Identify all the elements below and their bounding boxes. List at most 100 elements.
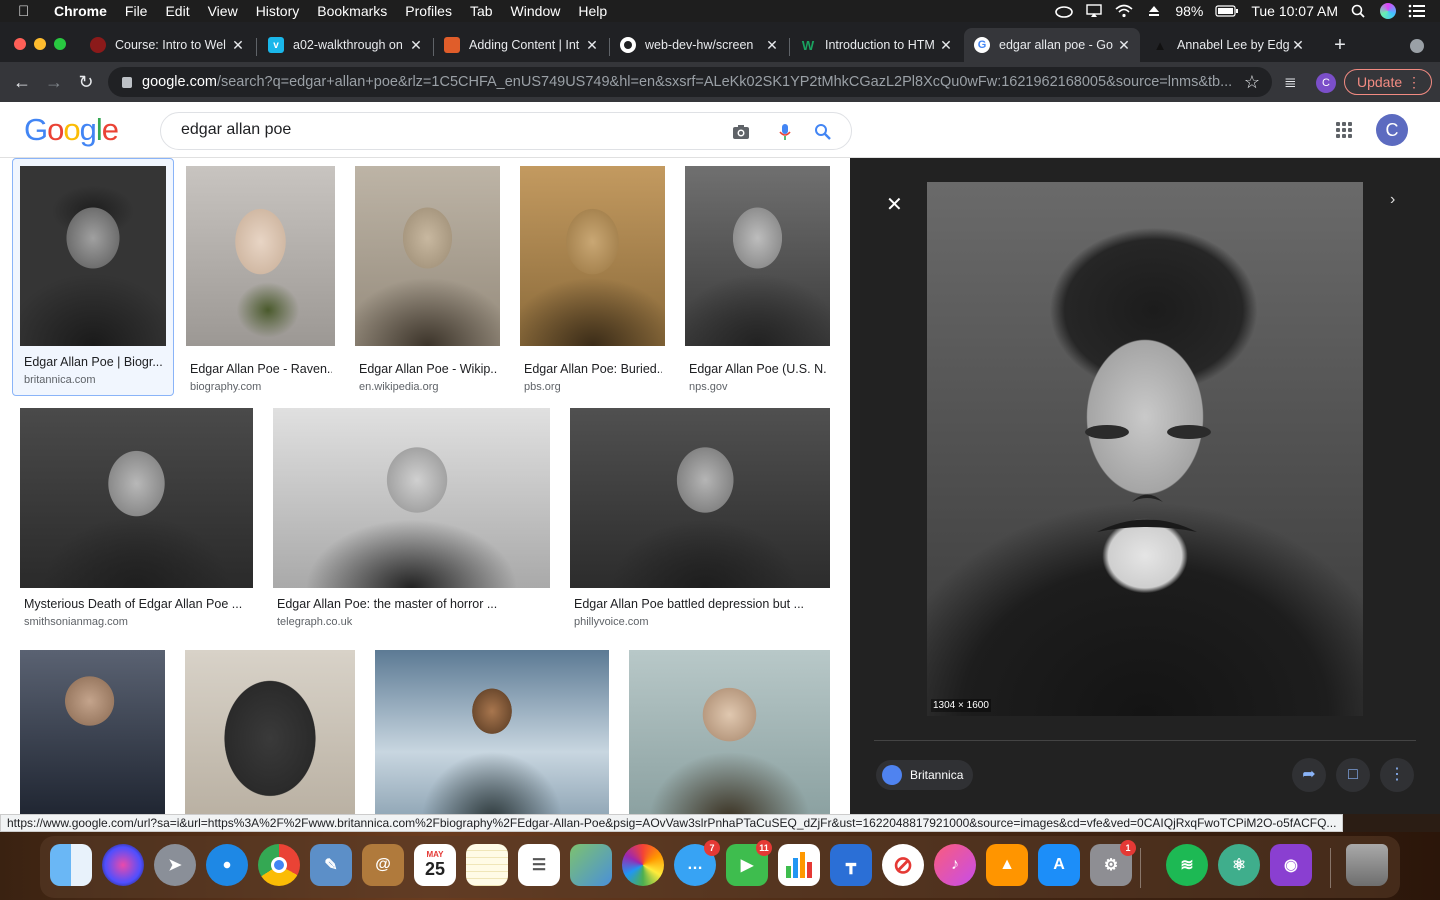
finder-icon[interactable] (50, 844, 92, 886)
news-icon[interactable]: ⊘ (882, 844, 924, 886)
numbers-icon[interactable] (778, 844, 820, 886)
tab-close-icon[interactable]: ✕ (230, 37, 246, 54)
update-button[interactable]: Update ⋮ (1344, 69, 1432, 95)
reload-icon[interactable]: ↻ (75, 72, 97, 92)
result-source[interactable]: phillyvoice.com (574, 616, 649, 628)
close-icon[interactable]: ✕ (886, 192, 903, 217)
menubar-clock[interactable]: Tue 10:07 AM (1251, 3, 1338, 19)
result-source[interactable]: smithsonianmag.com (24, 616, 128, 628)
microphone-icon[interactable] (775, 122, 795, 142)
contacts-icon[interactable]: @ (362, 844, 404, 886)
forward-arrow-icon[interactable]: → (43, 72, 65, 92)
lock-icon[interactable] (122, 76, 132, 88)
bookmark-star-icon[interactable]: ☆ (1244, 72, 1260, 93)
result-image[interactable] (685, 166, 830, 346)
chevron-right-icon[interactable]: › (1390, 191, 1395, 209)
menu-file[interactable]: File (125, 3, 148, 19)
notes-icon[interactable] (466, 844, 508, 886)
reminders-icon[interactable]: ☰ (518, 844, 560, 886)
result-title[interactable]: Edgar Allan Poe (U.S. N... (689, 362, 827, 376)
photos-icon[interactable] (622, 844, 664, 886)
tab-close-icon[interactable]: ✕ (938, 37, 954, 54)
creative-cloud-icon[interactable] (1055, 4, 1074, 18)
google-logo[interactable]: Google (24, 112, 119, 148)
tab-web-dev-hw[interactable]: web-dev-hw/screen ✕ (610, 28, 788, 62)
camera-search-icon[interactable] (731, 122, 751, 142)
result-image[interactable] (185, 650, 355, 814)
result-card[interactable]: Edgar Allan Poe battled depression but .… (570, 408, 830, 630)
result-source[interactable]: britannica.com (24, 374, 96, 386)
tab-close-icon[interactable]: ✕ (1290, 37, 1306, 54)
apple-menu-icon[interactable]:  (18, 3, 38, 20)
chrome-icon[interactable] (258, 844, 300, 886)
tab-adding-content[interactable]: Adding Content | Int ✕ (434, 28, 608, 62)
menu-edit[interactable]: Edit (165, 3, 189, 19)
tab-a02-walkthrough[interactable]: v a02-walkthrough on ✕ (258, 28, 432, 62)
tab-intro-html[interactable]: W Introduction to HTM ✕ (790, 28, 962, 62)
result-card[interactable]: Edgar Allan Poe: the master of horror ..… (273, 408, 550, 630)
app-store-icon[interactable]: A (1038, 844, 1080, 886)
spotlight-search-icon[interactable] (1350, 4, 1368, 18)
result-image[interactable] (20, 166, 166, 346)
source-chip[interactable]: Britannica (876, 760, 974, 790)
launchpad-icon[interactable]: ➤ (154, 844, 196, 886)
spotify-icon[interactable]: ≋ (1166, 844, 1208, 886)
result-image[interactable] (375, 650, 609, 814)
result-title[interactable]: Edgar Allan Poe: Buried... (524, 362, 662, 376)
music-icon[interactable]: ♪ (934, 844, 976, 886)
back-arrow-icon[interactable]: ← (11, 72, 33, 92)
result-image[interactable] (20, 408, 253, 588)
tab-course-intro[interactable]: Course: Intro to Wel ✕ (80, 28, 254, 62)
result-title[interactable]: Edgar Allan Poe battled depression but .… (574, 597, 828, 611)
result-card[interactable]: Edgar Allan Poe | Biogr... britannica.co… (12, 158, 174, 396)
messages-icon[interactable]: … 7 (674, 840, 720, 886)
safari-icon[interactable] (206, 844, 248, 886)
new-tab-button[interactable]: + (1330, 34, 1350, 57)
tab-search-icon[interactable] (1410, 39, 1424, 53)
calendar-icon[interactable]: MAY 25 (414, 844, 456, 886)
menu-app-name[interactable]: Chrome (54, 3, 107, 19)
wifi-icon[interactable] (1115, 4, 1133, 18)
facetime-icon[interactable]: ▶ 11 (726, 840, 772, 886)
maps-icon[interactable] (570, 844, 612, 886)
window-zoom-button[interactable] (54, 38, 66, 50)
tab-close-icon[interactable]: ✕ (408, 37, 424, 54)
menu-tab[interactable]: Tab (470, 3, 493, 19)
result-image[interactable] (570, 408, 830, 588)
address-url[interactable]: google.com/search?q=edgar+allan+poe&rlz=… (142, 74, 1232, 90)
menu-bookmarks[interactable]: Bookmarks (317, 3, 387, 19)
menu-help[interactable]: Help (578, 3, 607, 19)
result-card[interactable]: Mysterious Death of Edgar Allan Poe ... … (20, 408, 253, 630)
tab-annabel-lee[interactable]: ▲ Annabel Lee by Edg ✕ (1142, 28, 1314, 62)
reading-list-icon[interactable]: ≣ (1284, 73, 1302, 91)
result-card[interactable]: Edgar Allan Poe: Buried... pbs.org (520, 166, 665, 396)
window-minimize-button[interactable] (34, 38, 46, 50)
notification-center-icon[interactable] (1408, 4, 1426, 18)
siri-icon[interactable] (1380, 3, 1396, 19)
result-source[interactable]: pbs.org (524, 381, 561, 393)
trash-icon[interactable] (1346, 844, 1388, 886)
siri-icon[interactable] (102, 844, 144, 886)
save-bookmark-icon[interactable]: □ (1336, 758, 1370, 792)
preview-image[interactable] (927, 182, 1363, 716)
tab-close-icon[interactable]: ✕ (584, 37, 600, 54)
result-title[interactable]: Edgar Allan Poe: the master of horror ..… (277, 597, 547, 611)
profile-avatar-button[interactable]: C (1316, 73, 1336, 93)
result-image[interactable] (273, 408, 550, 588)
result-card[interactable]: Edgar Allan Poe (U.S. N... nps.gov (685, 166, 830, 396)
window-close-button[interactable] (14, 38, 26, 50)
atom-icon[interactable]: ⚛ (1218, 844, 1260, 886)
result-title[interactable]: Edgar Allan Poe - Wikip... (359, 362, 497, 376)
tab-close-icon[interactable]: ✕ (1116, 37, 1132, 54)
battery-icon[interactable] (1215, 4, 1239, 18)
result-card[interactable]: Edgar Allan Poe - Raven... biography.com (186, 166, 335, 396)
result-source[interactable]: nps.gov (689, 381, 728, 393)
airplay-icon[interactable] (1085, 4, 1103, 18)
books-icon[interactable]: ▲ (986, 844, 1028, 886)
result-image[interactable] (186, 166, 335, 346)
github-desktop-icon[interactable]: ◉ (1270, 844, 1312, 886)
google-apps-icon[interactable] (1336, 122, 1352, 138)
result-image[interactable] (629, 650, 830, 814)
menu-window[interactable]: Window (511, 3, 561, 19)
more-options-icon[interactable]: ⋮ (1380, 758, 1414, 792)
